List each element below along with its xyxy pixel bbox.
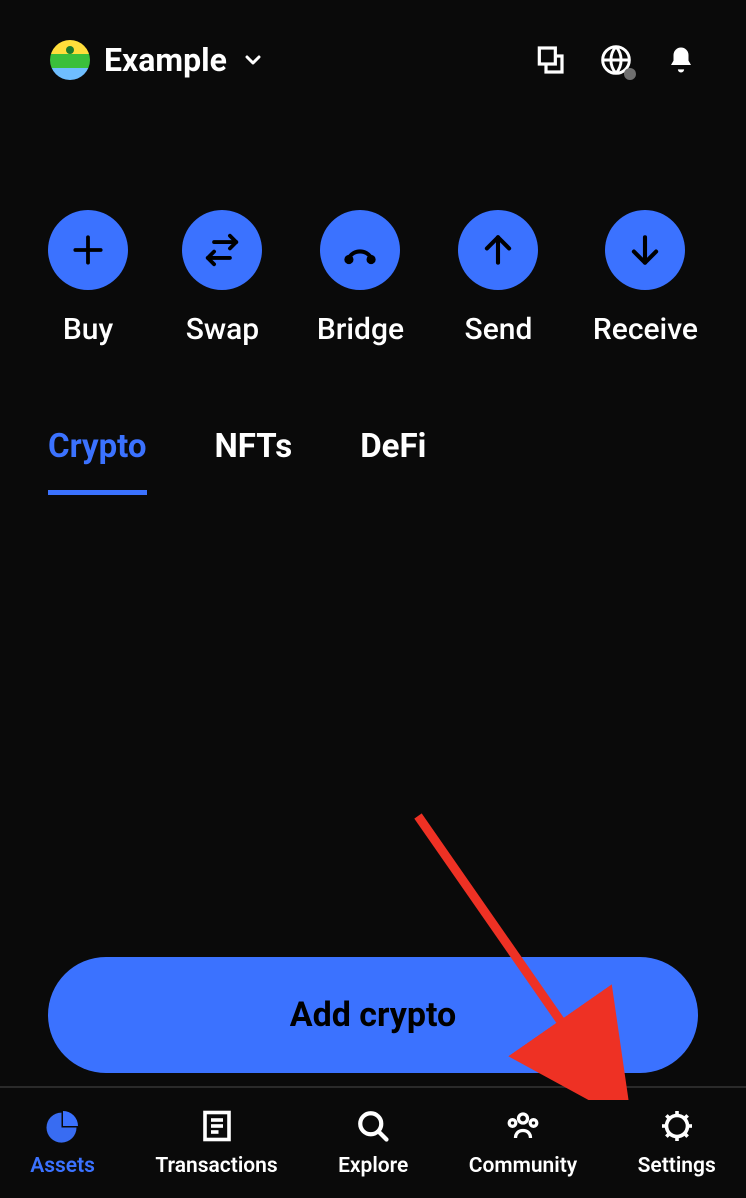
bottom-nav: Assets Transactions Explore Community Se… <box>0 1086 746 1198</box>
nav-label: Community <box>469 1154 578 1178</box>
copy-icon[interactable] <box>534 44 566 76</box>
action-row: Buy Swap Bridge Send Receive <box>0 100 746 347</box>
action-send[interactable]: Send <box>458 210 538 347</box>
add-crypto-button[interactable]: Add crypto <box>48 957 698 1073</box>
people-icon <box>503 1108 543 1144</box>
bridge-icon <box>320 210 400 290</box>
action-label: Bridge <box>317 312 404 347</box>
nav-label: Settings <box>638 1154 716 1178</box>
plus-icon <box>48 210 128 290</box>
account-name: Example <box>104 41 227 79</box>
chevron-down-icon <box>241 48 265 72</box>
account-switcher[interactable]: Example <box>50 40 265 80</box>
action-label: Swap <box>186 312 259 347</box>
nav-label: Assets <box>30 1154 95 1178</box>
nav-transactions[interactable]: Transactions <box>155 1108 277 1178</box>
asset-tabs: Crypto NFTs DeFi <box>0 347 746 495</box>
action-bridge[interactable]: Bridge <box>317 210 404 347</box>
action-receive[interactable]: Receive <box>593 210 698 347</box>
nav-community[interactable]: Community <box>469 1108 578 1178</box>
nav-label: Transactions <box>155 1154 277 1178</box>
nav-explore[interactable]: Explore <box>338 1108 408 1178</box>
header: Example <box>0 0 746 100</box>
arrow-up-icon <box>458 210 538 290</box>
globe-icon[interactable] <box>600 44 632 76</box>
action-label: Receive <box>593 312 698 347</box>
nav-label: Explore <box>338 1154 408 1178</box>
action-label: Buy <box>63 312 113 347</box>
avatar <box>50 40 90 80</box>
search-icon <box>355 1108 391 1144</box>
list-icon <box>199 1108 235 1144</box>
action-swap[interactable]: Swap <box>182 210 262 347</box>
action-label: Send <box>465 312 533 347</box>
nav-settings[interactable]: Settings <box>638 1108 716 1178</box>
tab-defi[interactable]: DeFi <box>360 427 426 495</box>
add-crypto-wrap: Add crypto <box>48 957 698 1073</box>
action-buy[interactable]: Buy <box>48 210 128 347</box>
status-dot <box>624 68 636 80</box>
swap-icon <box>182 210 262 290</box>
tab-nfts[interactable]: NFTs <box>215 427 293 495</box>
header-actions <box>534 44 696 76</box>
gear-icon <box>659 1108 695 1144</box>
arrow-down-icon <box>605 210 685 290</box>
tab-crypto[interactable]: Crypto <box>48 427 147 495</box>
nav-assets[interactable]: Assets <box>30 1108 95 1178</box>
bell-icon[interactable] <box>666 45 696 75</box>
pie-icon <box>45 1108 81 1144</box>
